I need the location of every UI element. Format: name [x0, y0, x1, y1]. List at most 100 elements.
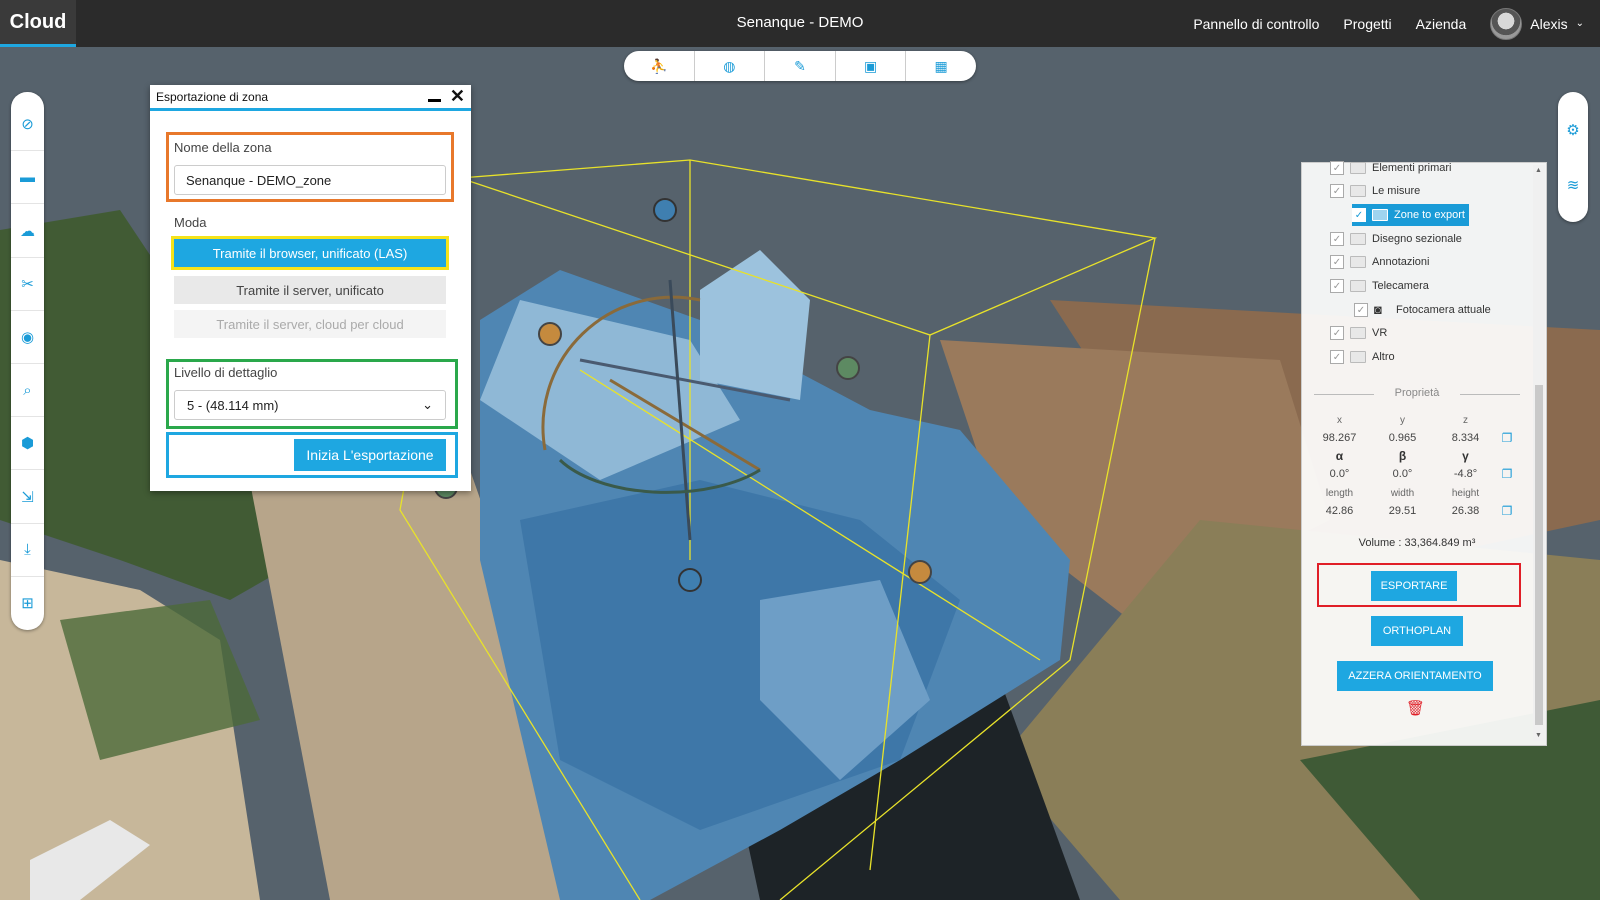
chevron-down-icon: ⌄ — [422, 397, 433, 412]
prop-label: α — [1335, 449, 1344, 463]
folder-icon — [1350, 233, 1366, 245]
camera-icon[interactable]: ◉ — [11, 311, 44, 365]
nav-dashboard[interactable]: Pannello di controllo — [1193, 16, 1319, 32]
calculator-icon[interactable]: ▦ — [906, 51, 976, 81]
binoculars-icon[interactable]: ⛹ — [624, 51, 695, 81]
position-properties: x y z 98.267 0.965 8.334 ❐ — [1308, 411, 1528, 447]
prop-label: z — [1463, 414, 1468, 426]
folder-icon — [1372, 209, 1388, 221]
avatar — [1490, 7, 1523, 40]
vr-headset-icon[interactable]: ▣ — [836, 51, 907, 81]
tree-item[interactable]: ✓ Disegno sezionale — [1330, 228, 1462, 250]
grid-icon[interactable]: ⊞ — [11, 577, 44, 630]
tree-item-label: Disegno sezionale — [1372, 233, 1462, 245]
top-nav: Pannello di controllo Progetti Azienda A… — [1193, 0, 1584, 47]
minimize-icon[interactable] — [428, 89, 442, 103]
prop-label: y — [1400, 414, 1405, 426]
brush-icon[interactable]: ✎ — [765, 51, 836, 81]
tree-item-label: Annotazioni — [1372, 256, 1430, 268]
checkbox[interactable]: ✓ — [1330, 232, 1344, 246]
reset-orientation-button[interactable]: AZZERA ORIENTAMENTO — [1337, 661, 1493, 691]
trash-icon[interactable]: 🗑 — [1406, 699, 1425, 717]
export-button[interactable]: ESPORTARE — [1371, 571, 1457, 601]
start-export-button[interactable]: Inizia L'esportazione — [294, 439, 446, 471]
user-name: Alexis — [1530, 15, 1568, 32]
prop-value: 42.86 — [1325, 505, 1354, 517]
comment-icon[interactable]: ☁ — [11, 204, 44, 258]
rotation-properties: α β γ 0.0° 0.0° -4.8° ❐ — [1308, 447, 1528, 483]
prop-label: β — [1398, 449, 1407, 463]
checkbox[interactable]: ✓ — [1330, 350, 1344, 364]
orthoplan-button[interactable]: ORTHOPLAN — [1371, 616, 1463, 646]
scissors-icon[interactable]: ✂ — [11, 258, 44, 311]
scene-tree: ✓ Elementi primari ✓ Le misure ✓ Zone to… — [1302, 161, 1532, 393]
size-properties: length width height 42.86 29.51 26.38 ❐ — [1308, 484, 1528, 520]
top-bar: Cloud Senanque - DEMO Pannello di contro… — [0, 0, 1600, 47]
detail-level-select[interactable]: 5 - (48.114 mm) ⌄ — [174, 390, 446, 420]
panel-scrollbar[interactable]: ▲ ▼ — [1533, 165, 1545, 741]
checkbox[interactable]: ✓ — [1330, 326, 1344, 340]
prop-value: 0.965 — [1388, 432, 1417, 444]
chevron-down-icon: ⌄ — [1575, 18, 1584, 29]
app-logo[interactable]: Cloud — [0, 0, 76, 47]
mode-server-per-cloud-button[interactable]: Tramite il server, cloud per cloud — [174, 310, 446, 338]
checkbox[interactable]: ✓ — [1330, 279, 1344, 293]
tree-item-label: Altro — [1372, 351, 1395, 363]
file-export-icon[interactable]: ⇲ — [11, 470, 44, 524]
checkbox[interactable]: ✓ — [1354, 303, 1368, 317]
prop-label: width — [1390, 487, 1415, 499]
tree-item-label: Fotocamera attuale — [1396, 304, 1491, 316]
clipboard-icon[interactable]: ❐ — [1497, 467, 1517, 481]
folder-icon — [1350, 280, 1366, 292]
scroll-up-icon[interactable]: ▲ — [1535, 167, 1542, 174]
tree-item[interactable]: ✓ Le misure — [1330, 180, 1420, 202]
properties-title: Proprietà — [1302, 387, 1532, 399]
folder-icon — [1350, 327, 1366, 339]
layers-icon[interactable]: ≋ — [1567, 176, 1580, 194]
cogs-icon[interactable]: ⚙ — [1566, 121, 1579, 139]
close-icon[interactable]: ✕ — [450, 87, 465, 105]
zone-export-dialog: Esportazione di zona ✕ Nome della zona M… — [150, 85, 471, 491]
dialog-title: Esportazione di zona — [156, 89, 269, 104]
clipboard-icon[interactable]: ❐ — [1497, 504, 1517, 518]
camera-icon: ◙ — [1374, 302, 1382, 317]
folder-icon — [1350, 351, 1366, 363]
nav-company[interactable]: Azienda — [1416, 16, 1467, 32]
download-icon[interactable]: ⤓ — [11, 524, 44, 577]
prop-value: -4.8° — [1453, 468, 1478, 480]
tree-item-label: Telecamera — [1372, 280, 1429, 292]
zone-name-label: Nome della zona — [174, 140, 272, 155]
mode-server-unified-button[interactable]: Tramite il server, unificato — [174, 276, 446, 304]
tree-item[interactable]: ✓ VR — [1330, 322, 1387, 344]
tree-item-selected[interactable]: ✓ Zone to export — [1352, 204, 1469, 226]
checkbox[interactable]: ✓ — [1330, 255, 1344, 269]
zone-name-input[interactable] — [174, 165, 446, 195]
checkbox[interactable]: ✓ — [1352, 208, 1366, 222]
tree-item[interactable]: ✓ Telecamera — [1330, 275, 1429, 297]
tree-item[interactable]: ✓ ◙ Fotocamera attuale — [1354, 299, 1491, 321]
mode-browser-unified-button[interactable]: Tramite il browser, unificato (LAS) — [171, 236, 449, 270]
detail-level-value: 5 - (48.114 mm) — [187, 397, 279, 413]
tree-item-label: Elementi primari — [1372, 162, 1452, 174]
user-menu[interactable]: Alexis ⌄ — [1490, 7, 1584, 40]
prop-value: 26.38 — [1451, 505, 1480, 517]
search-icon[interactable]: ⌕ — [11, 364, 44, 418]
scrollbar-thumb[interactable] — [1535, 385, 1543, 725]
tree-item[interactable]: ✓ Altro — [1330, 346, 1395, 368]
checkbox[interactable]: ✓ — [1330, 161, 1344, 175]
tree-item[interactable]: ✓ Elementi primari — [1330, 157, 1451, 179]
ruler-icon[interactable]: ▬ — [11, 151, 44, 205]
checkbox[interactable]: ✓ — [1330, 184, 1344, 198]
prop-label: length — [1325, 487, 1354, 499]
nav-projects[interactable]: Progetti — [1343, 16, 1391, 32]
tree-item[interactable]: ✓ Annotazioni — [1330, 251, 1430, 273]
dialog-header[interactable]: Esportazione di zona ✕ — [150, 85, 471, 111]
prop-value: 29.51 — [1388, 505, 1417, 517]
left-toolbar: ⊘ ▬ ☁ ✂ ◉ ⌕ ⬢ ⇲ ⤓ ⊞ — [11, 92, 44, 630]
cube-icon[interactable]: ⬢ — [11, 417, 44, 471]
compass-icon[interactable]: ⊘ — [11, 98, 44, 152]
scroll-down-icon[interactable]: ▼ — [1535, 732, 1542, 739]
globe-icon[interactable]: ◍ — [695, 51, 766, 81]
prop-value: 98.267 — [1322, 432, 1357, 444]
clipboard-icon[interactable]: ❐ — [1497, 431, 1517, 445]
